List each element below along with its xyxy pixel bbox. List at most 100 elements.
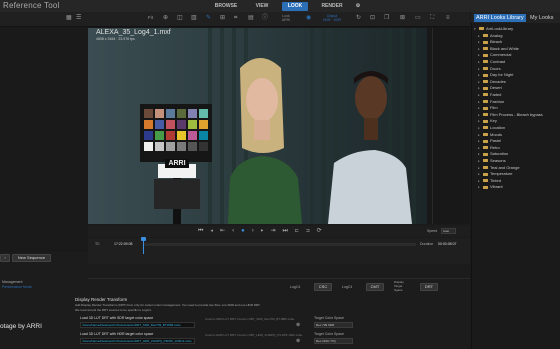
library-item[interactable]: ▸ Decades: [478, 79, 506, 85]
library-item[interactable]: ▸ Location: [478, 125, 505, 131]
overlay-icon[interactable]: ⊞: [220, 14, 225, 22]
library-item[interactable]: ▸ Desert: [478, 85, 502, 91]
reset-icon[interactable]: ⊠: [400, 14, 405, 22]
rotate-icon[interactable]: ↻: [356, 14, 361, 22]
out-point-icon[interactable]: ⊐: [306, 228, 317, 234]
folder-icon: [483, 179, 488, 183]
output-toggle[interactable]: Output HDR · SDR: [322, 14, 342, 22]
library-item[interactable]: ▸ Film Process - Bleach bypass: [478, 112, 543, 118]
split-icon[interactable]: ▥: [191, 14, 197, 22]
cmt-button[interactable]: CMT: [366, 283, 384, 291]
hdr-clear-icon[interactable]: ⊗: [296, 338, 300, 344]
library-item[interactable]: ▸ Tinted: [478, 178, 501, 184]
zoom-dropdown[interactable]: Fit: [148, 14, 153, 22]
tab-arri-looks-library[interactable]: ARRI Looks Library: [474, 14, 526, 22]
library-item[interactable]: ▸ Seasons: [478, 158, 506, 164]
compare-icon[interactable]: ◫: [177, 14, 183, 22]
library-item[interactable]: ▸ Day for Night: [478, 72, 513, 78]
colorspace-a-label: LogC4: [290, 285, 301, 289]
tab-browse[interactable]: BROWSE: [211, 2, 241, 11]
look-toggle[interactable]: Look ARRI: [278, 14, 294, 22]
folder-icon: [483, 53, 488, 57]
library-item[interactable]: ▸ Analog: [478, 33, 502, 39]
last-frame-icon[interactable]: ⏭: [283, 228, 295, 234]
tab-my-looks[interactable]: My Looks: [528, 14, 556, 22]
playhead-handle[interactable]: [141, 237, 146, 241]
play-fwd-icon[interactable]: ▸: [261, 228, 271, 234]
prev-mark-icon[interactable]: ◂: [210, 228, 220, 234]
csc-button[interactable]: CSC: [314, 283, 332, 291]
speed-dropdown[interactable]: Auto: [441, 228, 456, 234]
library-item-label: Teal and Orange: [490, 164, 520, 170]
library-item[interactable]: ▸ Bleach: [478, 39, 502, 45]
list-view-icon[interactable]: ☰: [76, 14, 81, 22]
play-icon[interactable]: ●: [241, 228, 252, 234]
cdl-icon[interactable]: ◉: [306, 14, 311, 22]
timeline-track[interactable]: [143, 243, 416, 246]
speed-label: Speed: [427, 229, 438, 233]
hdr-path-field[interactable]: /Users/Name/Desktop/ArriToolsCustom/DRT_…: [80, 338, 195, 344]
clip-name: ALEXA_35_Log4_1.mxf: [96, 29, 171, 36]
guides-icon[interactable]: ⌗: [234, 14, 237, 22]
collapse-button[interactable]: ›: [0, 254, 10, 262]
footer-brand: otage by ARRI: [0, 323, 42, 330]
library-item-label: Retro: [490, 144, 500, 150]
settings-icon[interactable]: ⚙: [354, 2, 362, 11]
drt-title: Display Render Transform: [75, 297, 128, 302]
info-icon[interactable]: ⓘ: [262, 14, 268, 22]
picker-icon[interactable]: ✎: [206, 14, 211, 22]
first-frame-icon[interactable]: ⏮: [198, 228, 210, 234]
menu-icon[interactable]: ≡: [446, 14, 450, 22]
fullscreen-icon[interactable]: ⛶: [430, 14, 434, 22]
library-item[interactable]: ▸ Contrast: [478, 59, 505, 65]
drt-button[interactable]: DRT: [420, 283, 438, 291]
folder-icon: [483, 119, 488, 123]
library-item[interactable]: ▾ ArriLookLibrary: [474, 26, 513, 32]
layout-icon[interactable]: ▭: [415, 14, 421, 22]
sdr-clear-icon[interactable]: ⊗: [296, 322, 300, 328]
library-item[interactable]: ▸ Film: [478, 105, 498, 111]
library-item[interactable]: ▸ Black and White: [478, 46, 519, 52]
library-item[interactable]: ▸ Pastel: [478, 138, 501, 144]
in-point-icon[interactable]: ⊏: [295, 228, 306, 234]
loop-icon[interactable]: ⟳: [317, 228, 329, 234]
scope-icon[interactable]: ▤: [248, 14, 254, 22]
management-sub[interactable]: Performance Mode: [2, 285, 32, 289]
library-item[interactable]: ▸ Doors: [478, 66, 501, 72]
prev-frame-icon[interactable]: ⇤: [220, 228, 232, 234]
library-item[interactable]: ▸ Faded: [478, 92, 501, 98]
library-item[interactable]: ▸ Commercial: [478, 52, 511, 58]
step-back-icon[interactable]: ‹: [232, 228, 241, 234]
sdr-target-dropdown[interactable]: Rec 709 SDR: [314, 322, 353, 328]
grid-view-icon[interactable]: ▦: [66, 14, 72, 22]
library-item[interactable]: ▸ Retro: [478, 145, 500, 151]
library-item[interactable]: ▸ Temperature: [478, 171, 512, 177]
library-item[interactable]: ▸ Moods: [478, 132, 502, 138]
library-item-label: Analog: [490, 32, 503, 38]
hdr-target-dropdown[interactable]: Rec 2100 / PQ: [314, 338, 353, 344]
tab-view[interactable]: VIEW: [251, 2, 273, 11]
frame-image: [88, 28, 427, 224]
crop-icon[interactable]: ⊡: [370, 14, 375, 22]
library-item[interactable]: ▸ Vibrant: [478, 184, 503, 190]
library-item[interactable]: ▸ Fashion: [478, 99, 504, 105]
display-target-label: Display Target Space: [394, 280, 404, 292]
tab-look[interactable]: LOOK: [282, 2, 308, 11]
tab-render[interactable]: RENDER: [318, 2, 346, 11]
copy-icon[interactable]: ❐: [384, 14, 389, 22]
left-panel: [0, 27, 88, 265]
drt-desc-2: We recommend the DRT sources to be speci…: [75, 308, 152, 312]
zoom-icon[interactable]: ⊕: [163, 14, 168, 22]
library-item[interactable]: ▸ Key: [478, 118, 497, 124]
sdr-path-hint: Custom SDR-LUT DRT: Custom DRT_SDR_Rec70…: [205, 317, 295, 321]
next-frame-icon[interactable]: ⇥: [271, 228, 283, 234]
folder-icon: [483, 40, 488, 44]
hdr-path-hint: Custom HDR LUT DRT: Custom DRT_HDR_2100P…: [205, 333, 303, 337]
folder-icon: [483, 73, 488, 77]
library-item[interactable]: ▸ Teal and Orange: [478, 165, 520, 171]
library-item-label: Vibrant: [490, 184, 503, 190]
step-fwd-icon[interactable]: ›: [252, 228, 261, 234]
sdr-path-field[interactable]: /Users/Name/Desktop/ArriToolsCustom/DRT_…: [80, 322, 195, 328]
library-item[interactable]: ▸ Saturation: [478, 151, 508, 157]
new-sequence-button[interactable]: New Sequence: [12, 254, 51, 262]
